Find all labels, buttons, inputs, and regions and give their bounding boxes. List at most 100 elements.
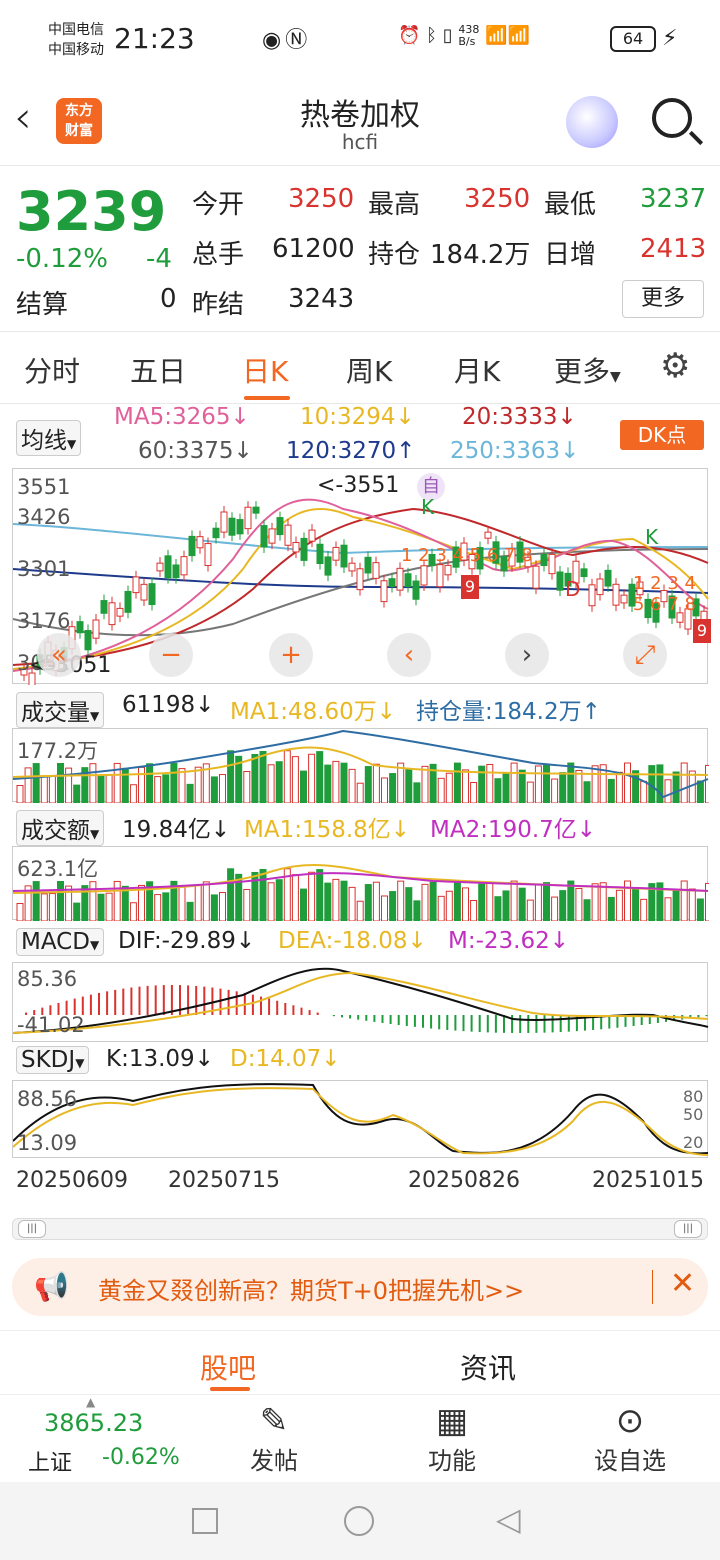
assistant-robot-icon[interactable]: [566, 96, 618, 148]
ma10-value: 10:3294↓: [300, 404, 415, 430]
index-change[interactable]: -0.62%: [102, 1445, 180, 1470]
candle-body: [436, 564, 444, 588]
skdj-axis-top: 88.56: [17, 1087, 78, 1111]
volume-bar: [219, 774, 226, 804]
skdj-k: K:13.09↓: [106, 1046, 214, 1072]
settle-value: 0: [160, 284, 177, 314]
macd-bar: [349, 1015, 352, 1019]
candle-body: [396, 567, 404, 591]
volume-bar: [57, 763, 64, 804]
skdj-selector[interactable]: SKDJ▼: [16, 1046, 90, 1074]
scroll-left-fast-icon[interactable]: «: [37, 633, 81, 677]
fullscreen-icon[interactable]: ⤢: [623, 633, 667, 677]
tab-daily-k[interactable]: 日K: [242, 350, 288, 390]
promo-banner[interactable]: 📢 黄金又叕创新高？期货T+0把握先机>> ✕: [12, 1258, 708, 1316]
zoom-out-icon[interactable]: −: [149, 633, 193, 677]
skdj-svg: [12, 1083, 709, 1156]
tab-forum[interactable]: 股吧: [200, 1347, 256, 1387]
search-icon[interactable]: [652, 98, 692, 138]
candle-body: [604, 569, 612, 587]
volume-bar: [397, 762, 405, 804]
amount-bar: [478, 883, 486, 922]
candle-body: [260, 525, 268, 548]
skdj-k-line: [12, 1083, 709, 1155]
zoom-in-icon[interactable]: +: [269, 633, 313, 677]
dk-point-button[interactable]: DK点: [620, 420, 704, 450]
volume-bar: [73, 784, 81, 804]
volume-bar: [381, 777, 388, 804]
amount-bar: [227, 868, 235, 922]
kline-chart[interactable]: 3551 3426 3301 3176 3051 <-3551 自 <-3051…: [12, 468, 711, 701]
amount-chart[interactable]: 623.1亿: [12, 846, 712, 922]
expand-caret-icon[interactable]: ▲: [86, 1395, 95, 1409]
candle-body: [412, 580, 420, 600]
back-nav-icon[interactable]: ◁: [496, 1500, 521, 1538]
macd-chart[interactable]: 85.36 -41.02: [12, 962, 709, 1042]
max-price-label: <-3551: [317, 473, 400, 498]
volume-bar: [559, 772, 567, 804]
recent-apps-icon[interactable]: [192, 1508, 218, 1534]
close-icon[interactable]: ✕: [670, 1266, 695, 1301]
more-quote-button[interactable]: 更多: [622, 280, 704, 318]
carrier-1: 中国电信: [48, 22, 104, 38]
ma20-value: 20:3333↓: [462, 404, 577, 430]
candle-body: [100, 600, 108, 614]
banner-divider: [652, 1270, 653, 1304]
functions-button[interactable]: ▦ 功能: [424, 1401, 480, 1476]
candle-body: [132, 576, 140, 594]
caret-down-icon: ▼: [75, 1056, 85, 1070]
settings-gear-icon[interactable]: ⚙: [660, 346, 690, 386]
volume-selector[interactable]: 成交量▼: [16, 692, 105, 728]
candle-body: [380, 580, 388, 603]
candle-body: [164, 555, 172, 579]
range-handle-left[interactable]: |||: [18, 1220, 46, 1238]
scroll-right-icon[interactable]: ›: [505, 633, 549, 677]
candle-body: [276, 517, 284, 536]
tab-timeshare[interactable]: 分时: [24, 350, 80, 390]
tab-news[interactable]: 资讯: [460, 1347, 516, 1387]
home-icon[interactable]: [344, 1506, 374, 1536]
candle-body: [292, 541, 300, 553]
macd-bar: [535, 1015, 538, 1033]
volume-bar: [494, 778, 502, 804]
volume-chart[interactable]: 177.2万: [12, 728, 712, 804]
volume-bar: [534, 765, 542, 804]
range-handle-right[interactable]: |||: [674, 1220, 702, 1238]
macd-bar: [519, 1015, 522, 1033]
skdj-chart[interactable]: 88.56 13.09 80 50 20: [12, 1080, 709, 1158]
index-name[interactable]: 上证: [28, 1445, 72, 1477]
candle-body: [324, 556, 332, 576]
volume-bar: [615, 771, 623, 804]
post-button[interactable]: ✎ 发帖: [246, 1401, 302, 1476]
macd-bar: [130, 987, 133, 1015]
amount-bar: [219, 892, 226, 922]
macd-bar: [462, 1015, 465, 1032]
tab-five-day[interactable]: 五日: [130, 350, 186, 390]
volume-bar: [32, 763, 40, 804]
macd-selector[interactable]: MACD▼: [16, 928, 105, 956]
amount-selector[interactable]: 成交额▼: [16, 810, 105, 846]
tab-monthly-k[interactable]: 月K: [454, 350, 500, 390]
change-percent: -0.12%: [16, 244, 108, 274]
volume-bar: [48, 775, 56, 804]
amount-bar: [640, 898, 648, 922]
macd-bar: [268, 998, 271, 1015]
amount-bar: [632, 888, 640, 922]
index-value[interactable]: 3865.23: [44, 1409, 143, 1437]
banner-text[interactable]: 黄金又叕创新高？期货T+0把握先机>>: [98, 1271, 524, 1306]
macd-bar: [341, 1015, 343, 1018]
amount-bar: [105, 892, 113, 922]
tab-weekly-k[interactable]: 周K: [346, 350, 392, 390]
candle-body: [76, 621, 84, 634]
chart-range-scrollbar[interactable]: [12, 1218, 708, 1240]
volume-bar: [705, 764, 712, 804]
candle-body: [612, 583, 620, 606]
candle-body: [364, 556, 372, 574]
add-watchlist-button[interactable]: ⊙ 设自选: [592, 1401, 668, 1476]
td-nine-1: 9: [461, 575, 479, 599]
scroll-left-icon[interactable]: ‹: [387, 633, 431, 677]
bottom-action-bar: ▲ 3865.23 上证 -0.62% ✎ 发帖 ▦ 功能 ⊙ 设自选: [0, 1394, 720, 1482]
tab-more[interactable]: 更多▼: [554, 350, 621, 390]
ma-selector[interactable]: 均线▼: [16, 420, 82, 456]
ma250-value: 250:3363↓: [450, 438, 580, 464]
